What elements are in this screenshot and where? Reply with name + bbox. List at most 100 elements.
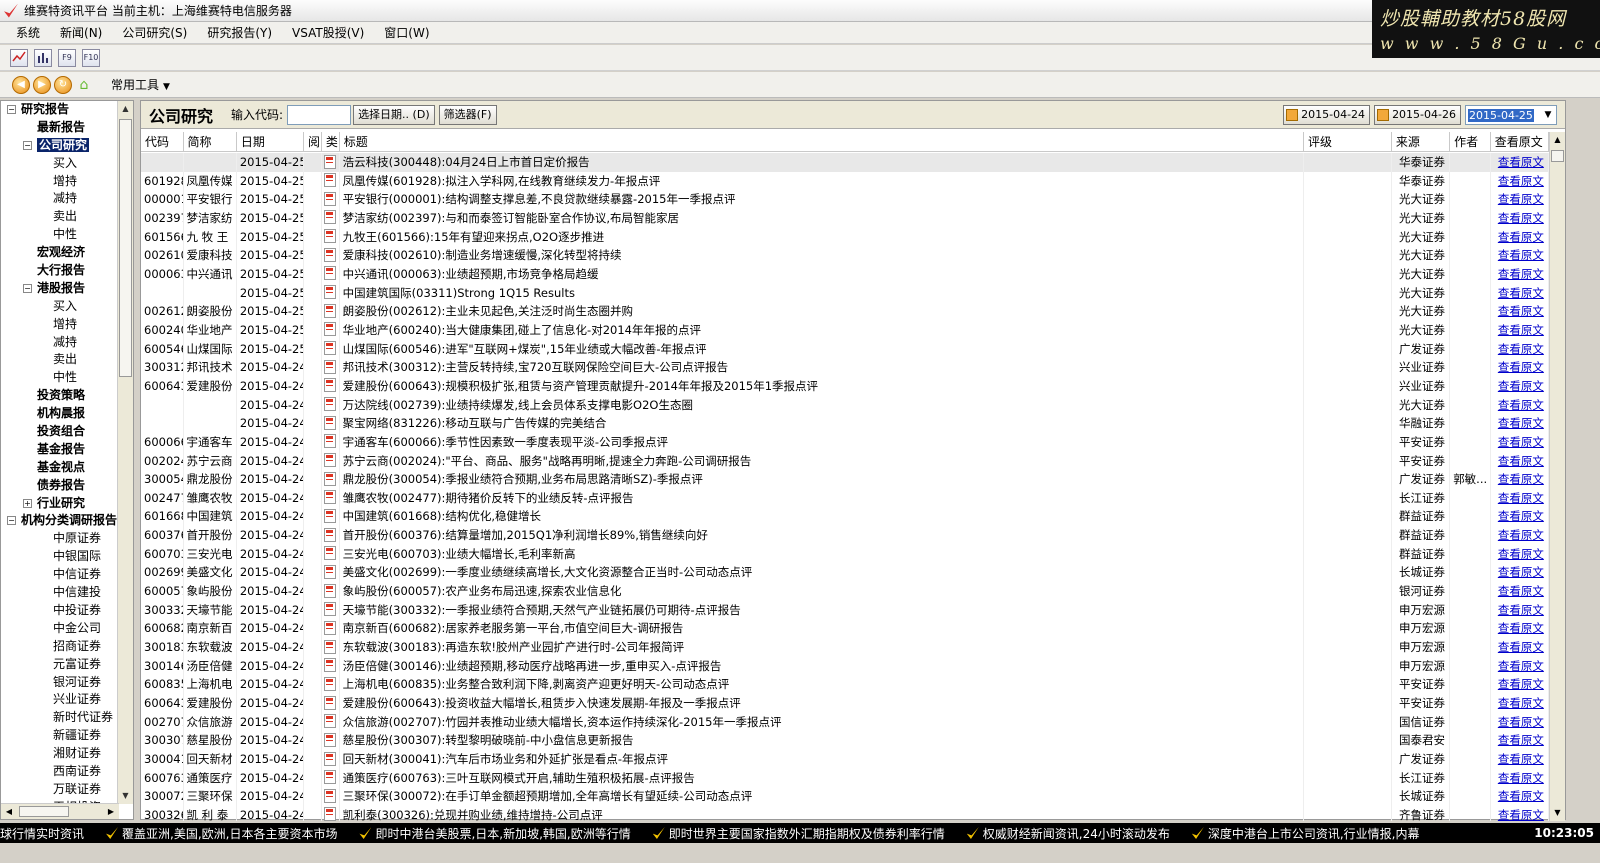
tree-item[interactable]: 中原证券 [1,530,119,548]
tree-item[interactable]: 新时代证券 [1,709,119,727]
view-original-link[interactable]: 查看原文 [1498,323,1544,337]
view-original-link[interactable]: 查看原文 [1498,789,1544,803]
tree-hscroll-thumb[interactable] [19,806,69,817]
view-original-link[interactable]: 查看原文 [1498,454,1544,468]
menu-company-research[interactable]: 公司研究(S) [122,24,187,41]
table-row[interactable]: 600703三安光电2015-04-24 三安光电(600703):业绩大幅增长,… [141,544,1549,564]
view-original-link[interactable]: 查看原文 [1498,528,1544,542]
ticker-item[interactable]: 即时中港台美股票,日本,新加坡,韩国,欧洲等行情 [359,825,631,842]
ticker-item[interactable]: 球行情实时资讯 [0,825,84,842]
scroll-right-icon[interactable]: ▶ [103,804,119,819]
collapse-icon[interactable]: − [23,283,32,293]
view-original-link[interactable]: 查看原文 [1498,715,1544,729]
tree-item[interactable]: 银河证券 [1,674,119,692]
table-row[interactable]: 300307慈星股份2015-04-24 慈星股份(300307):转型黎明破晓前… [141,731,1549,750]
view-original-link[interactable]: 查看原文 [1498,248,1544,262]
home-icon[interactable]: ⌂ [75,76,93,94]
view-original-link[interactable]: 查看原文 [1498,192,1544,206]
date-prev-button[interactable]: 2015-04-24 [1283,105,1371,125]
table-row[interactable]: 2015-04-25 浩云科技(300448):04月24日上市首日定价报告 华泰证… [141,153,1549,172]
scroll-up-icon[interactable]: ▲ [118,101,133,117]
view-original-link[interactable]: 查看原文 [1498,659,1544,673]
tree-item[interactable]: 中性 [1,226,119,244]
tree-scroll-thumb[interactable] [119,119,132,377]
collapse-icon[interactable]: − [7,516,16,526]
common-tools-dropdown[interactable]: 常用工具 ▼ [106,75,175,94]
date-select[interactable]: 2015-04-25 ▼ [1465,105,1557,125]
table-row[interactable]: 600682南京新百2015-04-24 南京新百(600682):居家养老服务第… [141,619,1549,639]
tree-item[interactable]: 投资组合 [1,423,119,441]
view-original-link[interactable]: 查看原文 [1498,342,1544,356]
table-row[interactable]: 300326凯 利 泰2015-04-24 凯利泰(300326):兑现并购业绩,… [141,805,1549,821]
back-icon[interactable]: ◀ [12,75,30,94]
ticker-item[interactable]: 权威财经新闻资讯,24小时滚动发布 [966,825,1170,842]
view-original-link[interactable]: 查看原文 [1498,584,1544,598]
line-chart-icon[interactable] [10,48,28,67]
table-vertical-scrollbar[interactable]: ▲ ▼ [1549,132,1565,821]
table-row[interactable]: 300312邦讯技术2015-04-24 邦讯技术(300312):主营反转持续,… [141,358,1549,377]
table-row[interactable]: 600546山煤国际2015-04-25 山煤国际(600546):进军"互联网+… [141,339,1549,359]
table-row[interactable]: 600835上海机电2015-04-24 上海机电(600835):业务整合致利润… [141,675,1549,695]
tree-item[interactable]: 宏观经济 [1,244,119,262]
view-original-link[interactable]: 查看原文 [1498,211,1544,225]
view-original-link[interactable]: 查看原文 [1498,565,1544,579]
view-original-link[interactable]: 查看原文 [1498,379,1544,393]
view-original-link[interactable]: 查看原文 [1498,621,1544,635]
view-original-link[interactable]: 查看原文 [1498,509,1544,523]
table-row[interactable]: 002707众信旅游2015-04-24 众信旅游(002707):竹园并表推动业… [141,712,1549,732]
bar-chart-icon[interactable] [34,48,52,67]
view-original-link[interactable]: 查看原文 [1498,808,1544,821]
view-original-link[interactable]: 查看原文 [1498,155,1544,169]
tree-vertical-scrollbar[interactable]: ▲ ▼ [117,101,133,804]
table-row[interactable]: 002477雏鹰农牧2015-04-24 雏鹰农牧(002477):期待猪价反转下… [141,488,1549,508]
col-view[interactable]: 查看原文 [1491,132,1549,151]
tree-item[interactable]: 元富证券 [1,656,119,674]
view-original-link[interactable]: 查看原文 [1498,286,1544,300]
stock-code-input[interactable] [287,104,352,125]
col-author[interactable]: 作者 [1450,132,1491,151]
table-row[interactable]: 300332天壕节能2015-04-24 天壕节能(300332):一季报业绩符合… [141,600,1549,620]
table-row[interactable]: 601566九 牧 王2015-04-25 九牧王(601566):15年有望迎来… [141,227,1549,247]
tree-item[interactable]: 买入 [1,298,119,316]
view-original-link[interactable]: 查看原文 [1498,304,1544,318]
table-row[interactable]: 002699美盛文化2015-04-24 美盛文化(002699):一季度业绩继续… [141,563,1549,583]
table-row[interactable]: 002612朗姿股份2015-04-25 朗姿股份(002612):主业未见起色,… [141,302,1549,321]
tree-item[interactable]: 减持 [1,190,119,208]
table-row[interactable]: 300183东软载波2015-04-24 东软载波(300183):再造东软!胶州… [141,638,1549,657]
tree-item[interactable]: 投资策略 [1,387,119,405]
tree-item[interactable]: 买入 [1,155,119,173]
tree-item[interactable]: 中投证券 [1,602,119,620]
ticker-item[interactable]: 覆盖亚洲,美国,欧洲,日本各主要资本市场 [106,825,337,842]
tree-item[interactable]: 中银国际 [1,548,119,566]
tree-item[interactable]: 基金视点 [1,459,119,477]
view-original-link[interactable]: 查看原文 [1498,696,1544,710]
col-type[interactable]: 类 [322,132,340,151]
view-original-link[interactable]: 查看原文 [1498,752,1544,766]
refresh-icon[interactable]: ↻ [54,75,72,94]
tree-item[interactable]: 新疆证券 [1,727,119,745]
tree-item[interactable]: − 研究报告 [1,101,119,119]
tree-item[interactable]: + 行业研究 [1,495,119,513]
ticker-item[interactable]: 即时世界主要国家指数外汇期指期权及债券利率行情 [652,825,945,842]
view-original-link[interactable]: 查看原文 [1498,230,1544,244]
scroll-left-icon[interactable]: ◀ [1,804,17,819]
scroll-up-icon[interactable]: ▲ [1550,132,1565,148]
table-row[interactable]: 601928凤凰传媒2015-04-25 凤凰传媒(601928):拟注入学科网,… [141,171,1549,191]
col-read[interactable]: 阅 [304,132,322,151]
table-row[interactable]: 600240华业地产2015-04-25 华业地产(600240):当大健康集团,… [141,320,1549,340]
menu-research-reports[interactable]: 研究报告(Y) [207,24,272,41]
view-original-link[interactable]: 查看原文 [1498,547,1544,561]
tree-item[interactable]: 债券报告 [1,477,119,495]
table-row[interactable]: 2015-04-24 万达院线(002739):业绩持续爆发,线上会员体系支撑电影… [141,395,1549,415]
tree-item[interactable]: 增持 [1,316,119,334]
col-date[interactable]: 日期 [237,132,305,151]
table-row[interactable]: 2015-04-25 中国建筑国际(03311)Strong 1Q15 Resul… [141,283,1549,303]
filter-button[interactable]: 筛选器(F) [438,104,497,125]
view-original-link[interactable]: 查看原文 [1498,472,1544,486]
tree-item[interactable]: 卖出 [1,351,119,369]
table-row[interactable]: 600376首开股份2015-04-24 首开股份(600376):结算量增加,2… [141,526,1549,545]
forward-icon[interactable]: ▶ [33,75,51,94]
tree-item[interactable]: 中金公司 [1,620,119,638]
col-name[interactable]: 简称 [184,132,237,151]
select-date-button[interactable]: 选择日期.. (D) [353,104,435,125]
